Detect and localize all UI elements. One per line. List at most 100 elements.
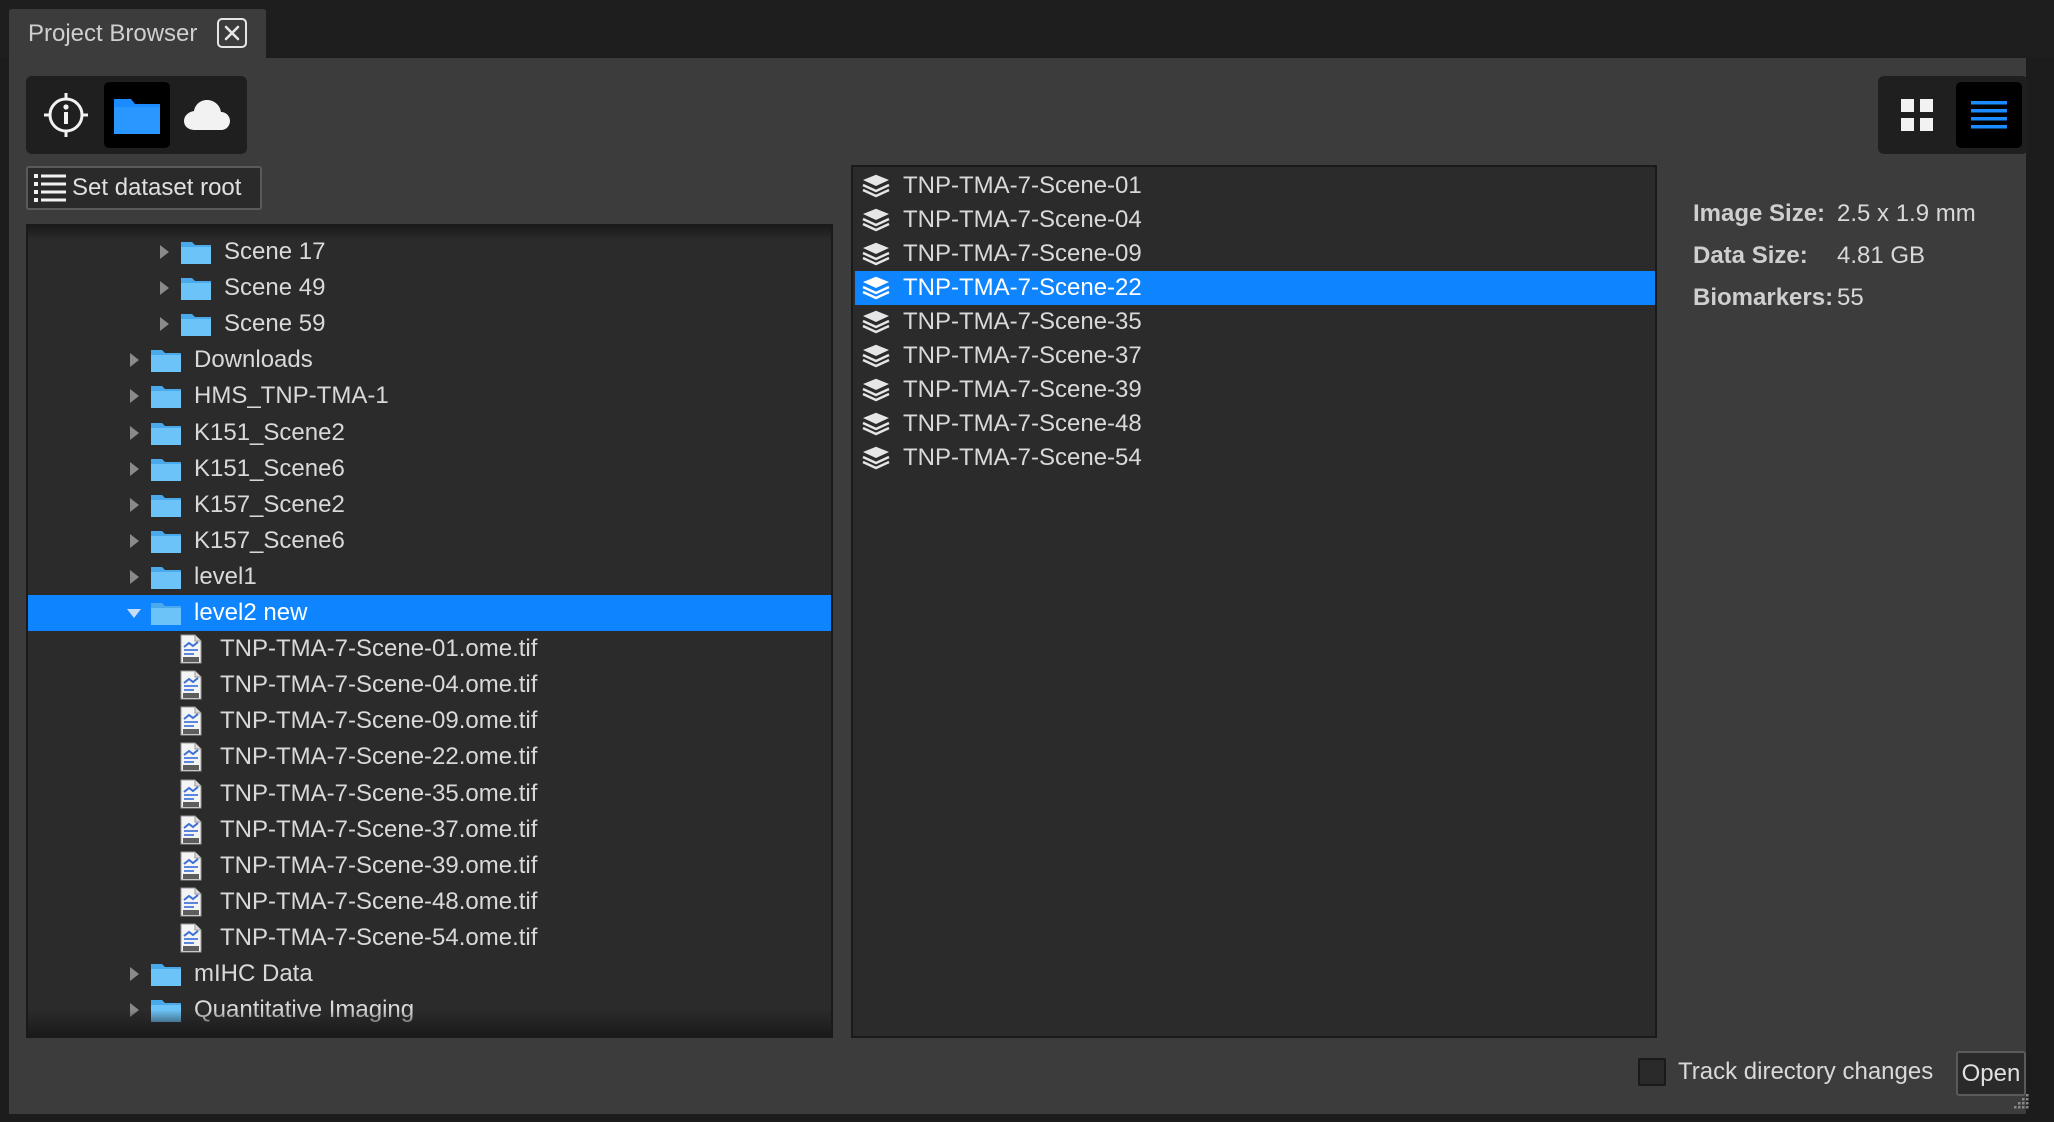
layers-icon (862, 344, 890, 368)
folder-icon (151, 458, 181, 481)
image-size-label: Image Size: (1693, 200, 1826, 227)
dataset-list-item[interactable]: TNP-TMA-7-Scene-04 (855, 203, 1655, 237)
grid-view-button[interactable] (1884, 82, 1950, 148)
layers-icon (862, 208, 890, 232)
data-size-value: 4.81 GB (1837, 242, 1926, 269)
tree-folder-row[interactable]: Downloads (28, 342, 831, 378)
tree-file-row[interactable]: TNP-TMA-7-Scene-04.ome.tif (28, 667, 831, 703)
tree-item-label: K151_Scene6 (194, 454, 345, 482)
info-mode-button[interactable] (33, 82, 99, 148)
dataset-list-item[interactable]: TNP-TMA-7-Scene-54 (855, 441, 1655, 475)
tree-file-row[interactable]: TNP-TMA-7-Scene-37.ome.tif (28, 812, 831, 848)
folder-icon-wrap (150, 528, 182, 559)
folder-icon-wrap (150, 383, 182, 414)
folder-icon-wrap (150, 347, 182, 378)
scroll-fade-top (28, 226, 831, 240)
expand-arrow-icon[interactable] (127, 425, 141, 440)
expand-arrow-icon[interactable] (127, 533, 141, 548)
layers-icon-wrap (861, 276, 891, 300)
info-data-size: Data Size: 4.81 GB (1693, 235, 1976, 277)
browse-mode-toolbar (26, 76, 247, 154)
tree-folder-row[interactable]: K151_Scene6 (28, 451, 831, 487)
tree-file-row[interactable]: TNP-TMA-7-Scene-39.ome.tif (28, 848, 831, 884)
folder-icon-wrap (180, 275, 212, 306)
tree-folder-row[interactable]: level2 new (28, 595, 831, 631)
dataset-list-label: TNP-TMA-7-Scene-35 (903, 308, 1142, 335)
tree-folder-row[interactable]: HMS_TNP-TMA-1 (28, 378, 831, 414)
close-icon[interactable] (217, 18, 247, 48)
expand-arrow-icon[interactable] (157, 245, 171, 259)
track-directory-changes[interactable]: Track directory changes (1638, 1058, 1933, 1086)
biomarkers-label: Biomarkers: (1693, 284, 1834, 311)
folder-icon (151, 494, 181, 517)
tree-item-label: mIHC Data (194, 960, 313, 987)
tree-folder-row[interactable]: K157_Scene2 (28, 487, 831, 523)
folder-icon-wrap (150, 564, 182, 595)
tree-folder-row[interactable]: Scene 49 (28, 270, 831, 306)
tree-file-row[interactable]: TNP-TMA-7-Scene-48.ome.tif (28, 884, 831, 920)
expand-arrow-icon[interactable] (127, 461, 141, 476)
directory-tree[interactable]: Quantitative ImagingmIHC DataTNP-TMA-7-S… (26, 224, 833, 1038)
dataset-list-label: TNP-TMA-7-Scene-37 (903, 342, 1142, 369)
expand-arrow-icon[interactable] (127, 497, 141, 512)
expand-arrow-icon[interactable] (157, 281, 171, 296)
cloud-mode-button[interactable] (174, 82, 240, 148)
tree-item-label: TNP-TMA-7-Scene-35.ome.tif (220, 779, 538, 807)
tree-file-row[interactable]: TNP-TMA-7-Scene-54.ome.tif (28, 920, 831, 956)
grid-view-icon (1901, 99, 1933, 131)
tree-file-row[interactable]: TNP-TMA-7-Scene-22.ome.tif (28, 739, 831, 775)
tree-item-label: Downloads (194, 346, 313, 374)
dataset-list-item[interactable]: TNP-TMA-7-Scene-01 (855, 169, 1655, 203)
layers-icon-wrap (861, 310, 891, 334)
open-button[interactable]: Open (1956, 1051, 2026, 1096)
tree-item-label: TNP-TMA-7-Scene-01.ome.tif (220, 635, 538, 663)
tree-folder-row[interactable]: Scene 59 (28, 306, 831, 342)
expand-arrow-icon[interactable] (127, 967, 141, 981)
expand-arrow-icon[interactable] (157, 317, 171, 332)
tree-file-row[interactable]: TNP-TMA-7-Scene-35.ome.tif (28, 776, 831, 812)
layers-icon (862, 412, 890, 436)
tiff-file-icon (180, 634, 202, 664)
track-directory-checkbox[interactable] (1638, 1058, 1666, 1086)
folder-mode-button[interactable] (104, 82, 170, 148)
tree-file-row[interactable]: TNP-TMA-7-Scene-01.ome.tif (28, 631, 831, 667)
dataset-list-item[interactable]: TNP-TMA-7-Scene-22 (855, 271, 1655, 305)
expand-arrow-icon[interactable] (127, 389, 141, 404)
dataset-list-item[interactable]: TNP-TMA-7-Scene-39 (855, 373, 1655, 407)
info-image-size: Image Size: 2.5 x 1.9 mm (1693, 193, 1976, 235)
tree-folder-row[interactable]: K151_Scene2 (28, 415, 831, 451)
file-icon-wrap (179, 815, 203, 850)
file-icon-wrap (179, 851, 203, 886)
tree-folder-row[interactable]: mIHC Data (28, 956, 831, 992)
set-dataset-root-label: Set dataset root (72, 174, 242, 201)
tree-folder-row[interactable]: level1 (28, 559, 831, 595)
set-dataset-root-button[interactable]: Set dataset root (26, 166, 262, 210)
tree-item-label: TNP-TMA-7-Scene-22.ome.tif (220, 743, 538, 771)
dataset-list-label: TNP-TMA-7-Scene-04 (903, 206, 1142, 233)
dataset-list-item[interactable]: TNP-TMA-7-Scene-09 (855, 237, 1655, 271)
dataset-list-item[interactable]: TNP-TMA-7-Scene-37 (855, 339, 1655, 373)
expand-arrow-icon[interactable] (127, 569, 141, 584)
layers-icon-wrap (861, 174, 891, 198)
collapse-arrow-icon[interactable] (127, 606, 141, 620)
tree-folder-row[interactable]: K157_Scene6 (28, 523, 831, 559)
dataset-list-item[interactable]: TNP-TMA-7-Scene-48 (855, 407, 1655, 441)
tree-item-label: K157_Scene2 (194, 490, 345, 518)
resize-grip-icon[interactable] (2012, 1092, 2030, 1110)
cloud-icon (184, 100, 230, 130)
expand-arrow-icon[interactable] (127, 353, 141, 368)
tiff-file-icon (180, 670, 202, 700)
file-icon-wrap (179, 670, 203, 705)
file-icon-wrap (179, 742, 203, 777)
tree-item-label: TNP-TMA-7-Scene-04.ome.tif (220, 671, 538, 699)
dataset-list[interactable]: TNP-TMA-7-Scene-01 TNP-TMA-7-Scene-04 TNP-… (851, 165, 1657, 1038)
tiff-file-icon (180, 923, 202, 953)
tree-item-label: TNP-TMA-7-Scene-37.ome.tif (220, 815, 538, 843)
dataset-list-item[interactable]: TNP-TMA-7-Scene-35 (855, 305, 1655, 339)
tree-file-row[interactable]: TNP-TMA-7-Scene-09.ome.tif (28, 703, 831, 739)
list-view-button[interactable] (1956, 82, 2022, 148)
tab-project-browser[interactable]: Project Browser (9, 9, 266, 58)
file-icon-wrap (179, 887, 203, 922)
folder-icon-wrap (150, 600, 182, 631)
scroll-fade-bottom (28, 1010, 831, 1036)
